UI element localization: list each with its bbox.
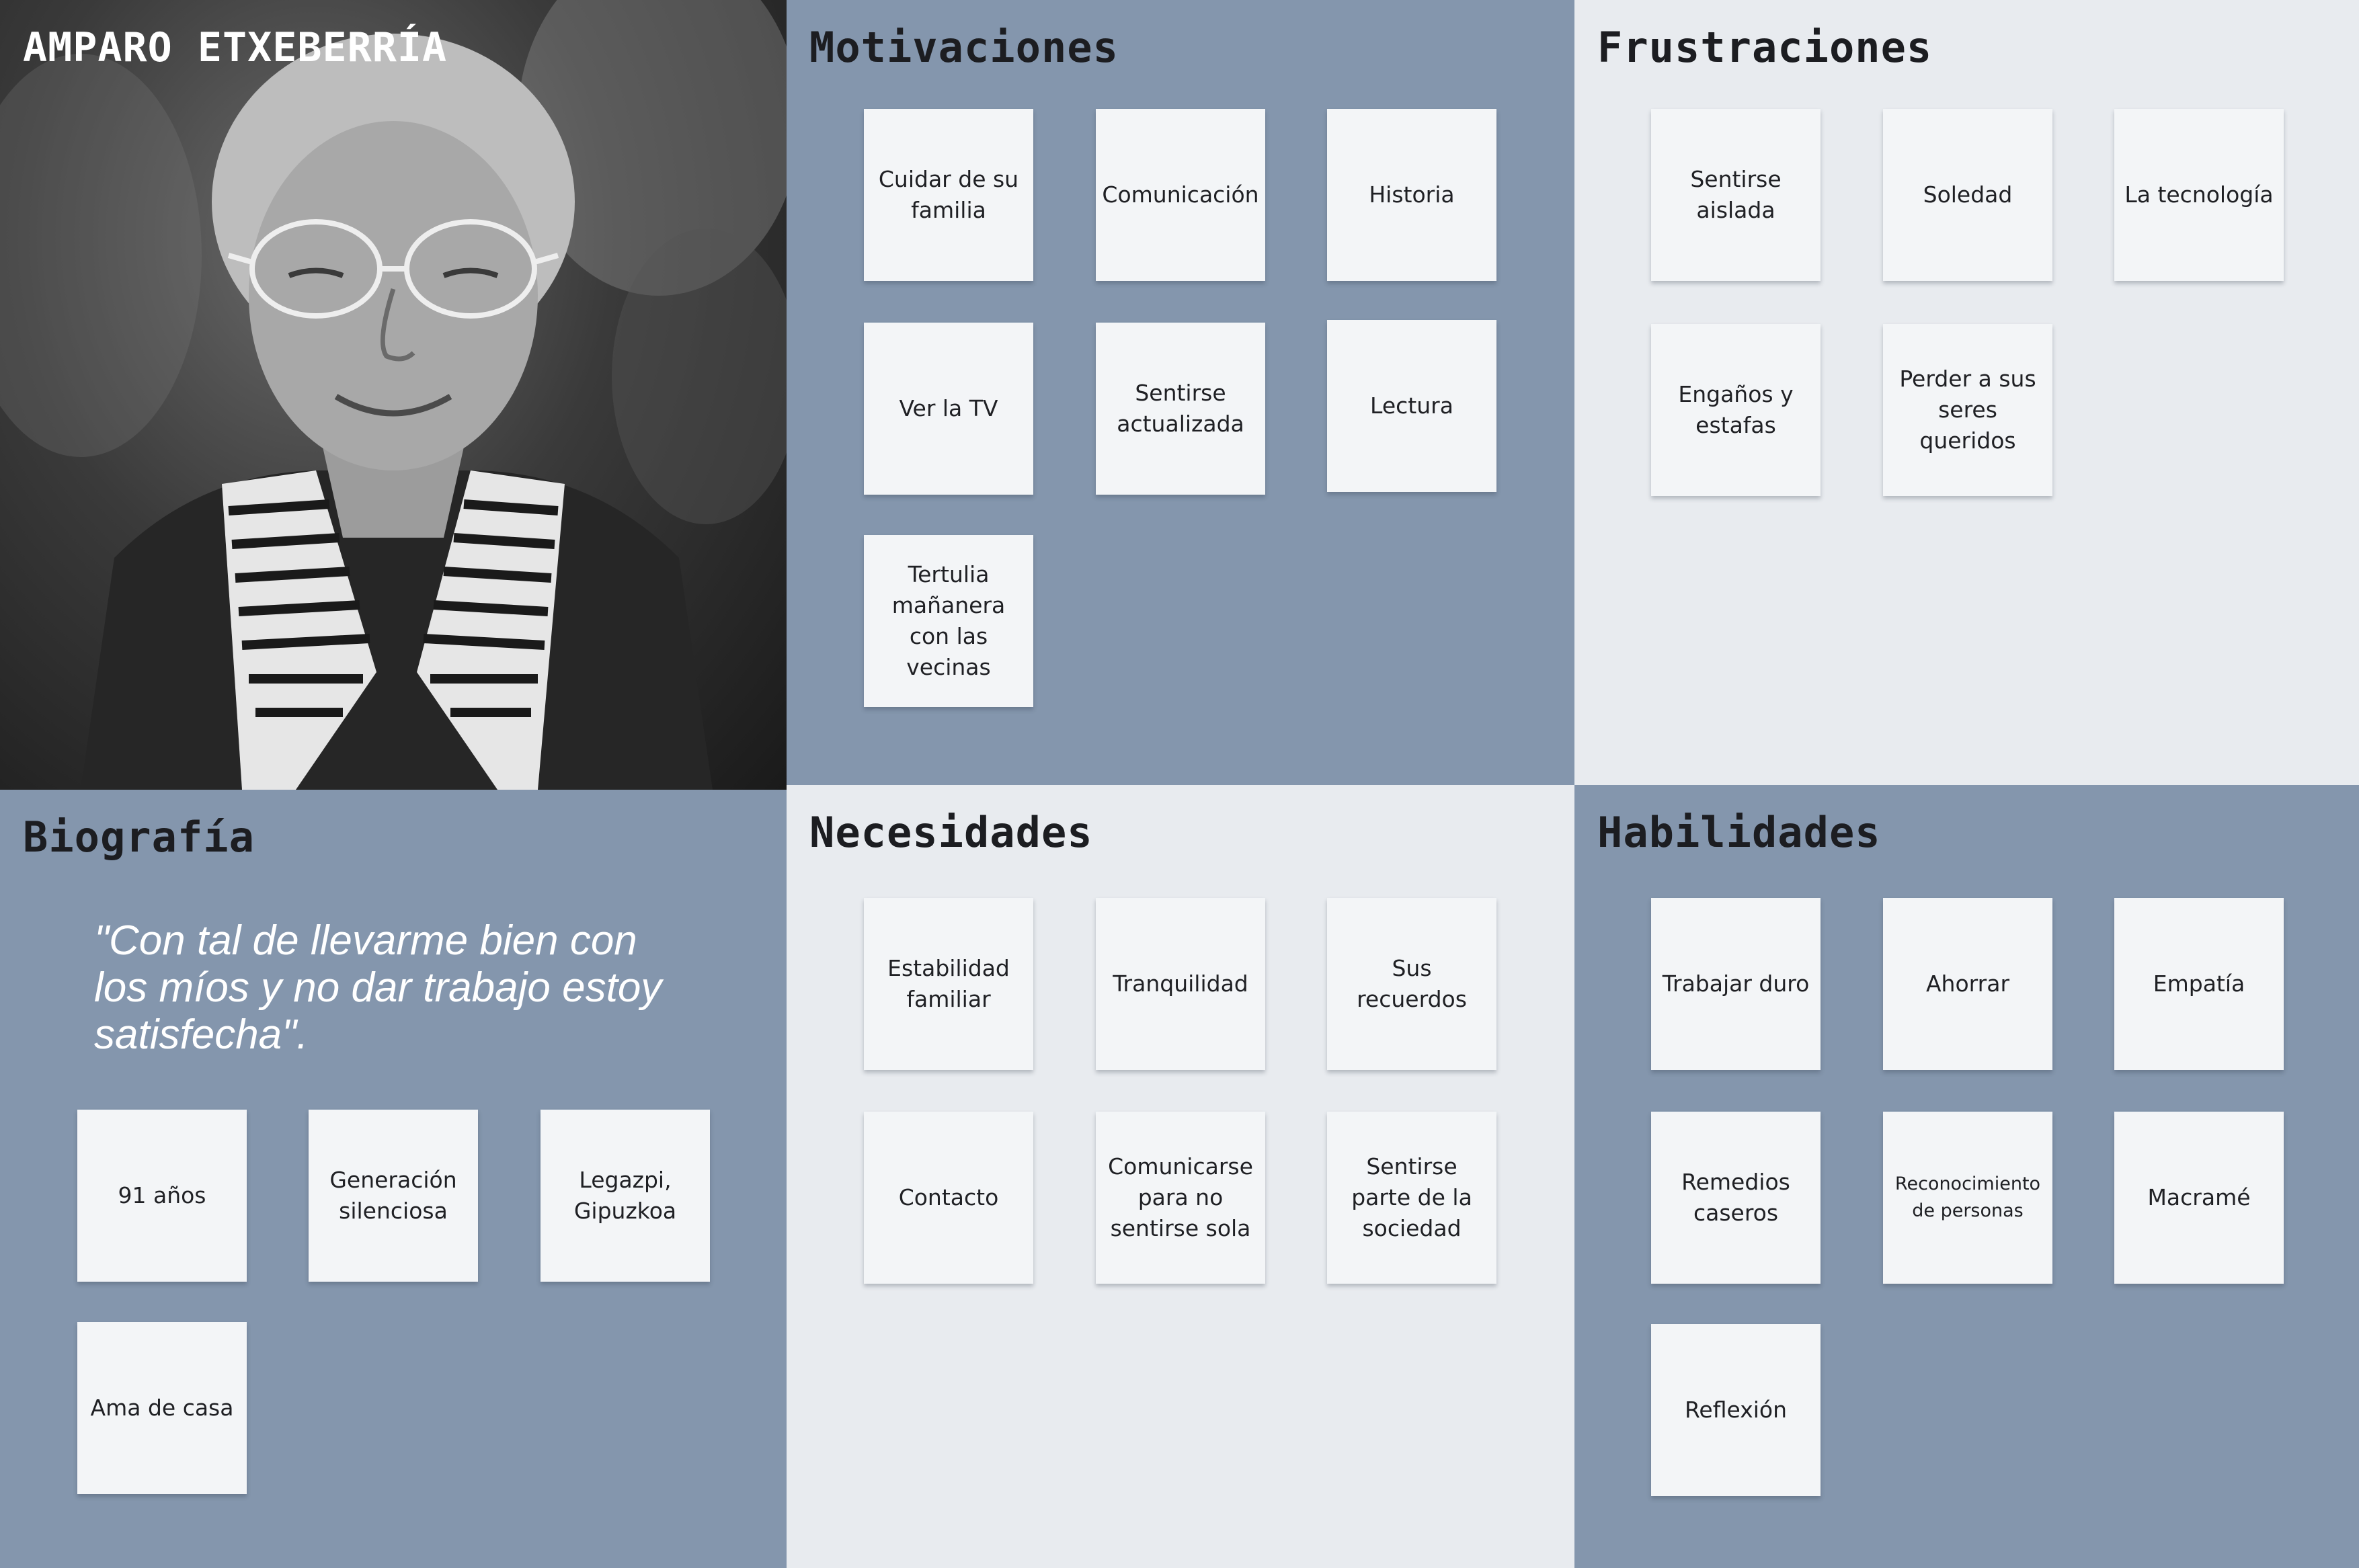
necesidades-panel: Necesidades Estabilidad familiar Tranqui…: [787, 785, 1574, 1568]
sticky-note[interactable]: Cuidar de su familia: [864, 109, 1033, 281]
sticky-note[interactable]: Macramé: [2114, 1112, 2284, 1284]
sticky-note[interactable]: 91 años: [77, 1110, 247, 1282]
sticky-note[interactable]: Soledad: [1883, 109, 2052, 281]
sticky-note[interactable]: Estabilidad familiar: [864, 898, 1033, 1070]
sticky-note[interactable]: La tecnología: [2114, 109, 2284, 281]
sticky-note[interactable]: Tranquilidad: [1096, 898, 1265, 1070]
frustraciones-panel: Frustraciones Sentirse aislada Soledad L…: [1574, 0, 2359, 785]
persona-quote: "Con tal de llevarme bien con los míos y…: [94, 917, 662, 1058]
sticky-note[interactable]: Reconocimiento de personas: [1883, 1112, 2052, 1284]
sticky-note[interactable]: Sentirse aislada: [1651, 109, 1821, 281]
sticky-note[interactable]: Trabajar duro: [1651, 898, 1821, 1070]
sticky-note[interactable]: Comunicarse para no sentirse sola: [1096, 1112, 1265, 1284]
sticky-note[interactable]: Sentirse parte de la sociedad: [1327, 1112, 1496, 1284]
sticky-note[interactable]: Lectura: [1327, 320, 1496, 492]
sticky-note[interactable]: Tertulia mañanera con las vecinas: [864, 535, 1033, 707]
habilidades-panel: Habilidades Trabajar duro Ahorrar Empatí…: [1574, 785, 2359, 1568]
sticky-note[interactable]: Ahorrar: [1883, 898, 2052, 1070]
habilidades-title: Habilidades: [1597, 808, 1881, 857]
sticky-note[interactable]: Empatía: [2114, 898, 2284, 1070]
motivaciones-panel: Motivaciones Cuidar de su familia Comuni…: [787, 0, 1574, 785]
persona-photo-panel: AMPARO ETXEBERRÍA: [0, 0, 787, 790]
sticky-note[interactable]: Remedios caseros: [1651, 1112, 1821, 1284]
sticky-note[interactable]: Ver la TV: [864, 323, 1033, 495]
frustraciones-title: Frustraciones: [1597, 23, 1933, 72]
biografia-panel: Biografía "Con tal de llevarme bien con …: [0, 790, 787, 1568]
necesidades-title: Necesidades: [809, 808, 1093, 857]
sticky-note[interactable]: Sus recuerdos: [1327, 898, 1496, 1070]
sticky-note[interactable]: Reflexión: [1651, 1324, 1821, 1496]
sticky-note[interactable]: Engaños y estafas: [1651, 324, 1821, 496]
sticky-note[interactable]: Ama de casa: [77, 1322, 247, 1494]
persona-name: AMPARO ETXEBERRÍA: [23, 24, 448, 71]
sticky-note[interactable]: Comunicación: [1096, 109, 1265, 281]
sticky-note[interactable]: Legazpi, Gipuzkoa: [541, 1110, 710, 1282]
sticky-note[interactable]: Sentirse actualizada: [1096, 323, 1265, 495]
sticky-note[interactable]: Contacto: [864, 1112, 1033, 1284]
sticky-note[interactable]: Perder a sus seres queridos: [1883, 324, 2052, 496]
elderly-woman-portrait-icon: [0, 0, 787, 790]
biografia-title: Biografía: [23, 813, 255, 862]
sticky-note[interactable]: Generación silenciosa: [309, 1110, 478, 1282]
motivaciones-title: Motivaciones: [809, 23, 1119, 72]
sticky-note[interactable]: Historia: [1327, 109, 1496, 281]
